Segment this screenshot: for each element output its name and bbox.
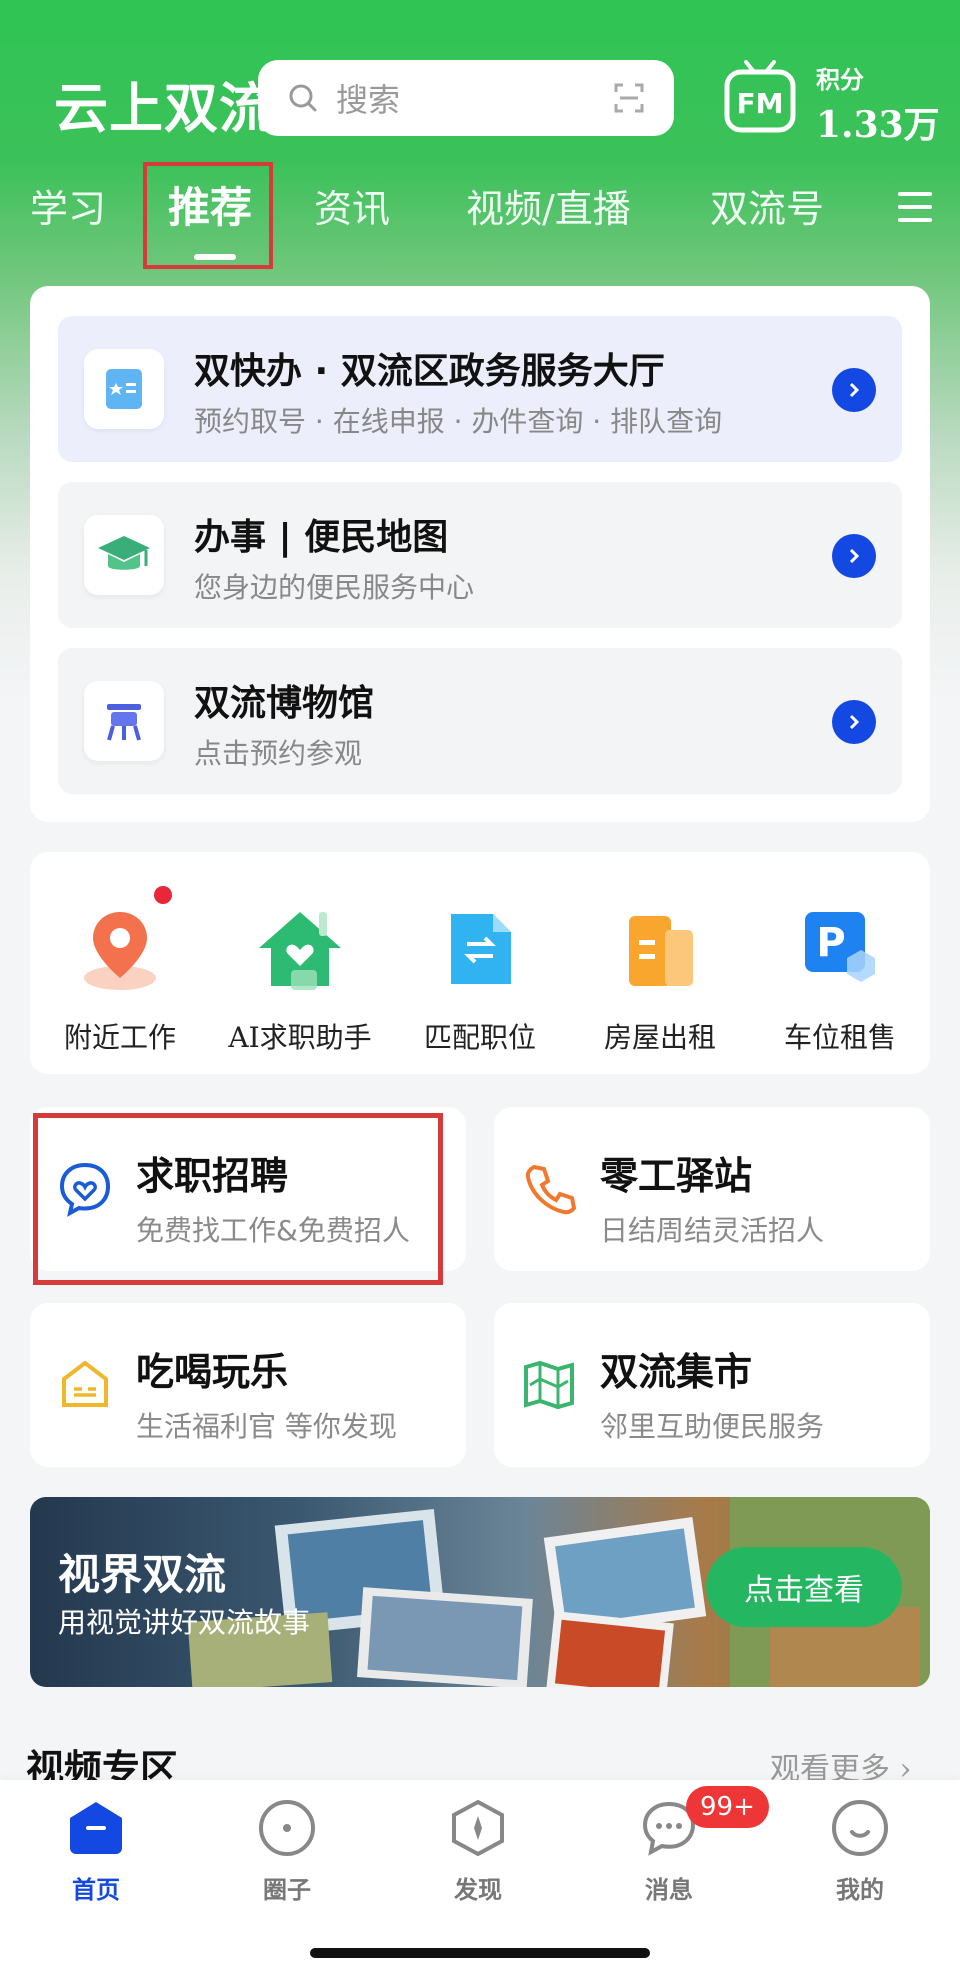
tab-study[interactable]: 学习 bbox=[30, 178, 106, 233]
bronze-vessel-icon bbox=[84, 681, 164, 761]
search-bar[interactable]: 搜索 bbox=[258, 60, 674, 136]
service-subtitle: 点击预约参观 bbox=[194, 737, 363, 770]
quick-action-label: 附近工作 bbox=[63, 1021, 176, 1054]
home-icon bbox=[66, 1798, 126, 1858]
feature-card-market[interactable]: 双流集市 邻里互助便民服务 bbox=[494, 1303, 930, 1467]
quick-action-house-rent[interactable]: 房屋出租 bbox=[570, 904, 750, 1056]
house-heart-icon bbox=[255, 904, 345, 994]
tab-video-live[interactable]: 视频/直播 bbox=[466, 178, 631, 233]
quick-action-label: 房屋出租 bbox=[603, 1021, 716, 1054]
notification-dot bbox=[154, 886, 172, 904]
feature-subtitle: 生活福利官 等你发现 bbox=[136, 1410, 397, 1443]
banner-subtitle: 用视觉讲好双流故事 bbox=[58, 1606, 311, 1639]
highlight-box-recommend bbox=[143, 162, 273, 269]
service-title: 双快办 · 双流区政务服务大厅 bbox=[194, 351, 665, 392]
profile-icon bbox=[830, 1798, 890, 1858]
quick-action-match-jobs[interactable]: 匹配职位 bbox=[390, 904, 570, 1056]
phone-icon bbox=[525, 1164, 577, 1215]
nav-circle[interactable]: 圈子 bbox=[227, 1798, 347, 1905]
feature-title: 吃喝玩乐 bbox=[136, 1350, 289, 1394]
search-icon bbox=[289, 84, 317, 112]
shop-icon bbox=[62, 1360, 108, 1407]
compass-icon bbox=[448, 1798, 508, 1858]
quick-actions-card: 附近工作 AI求职助手 匹配职位 房屋出租 P 车位租售 bbox=[30, 852, 930, 1074]
svg-text:FM: FM bbox=[737, 87, 784, 120]
home-indicator-bar bbox=[310, 1948, 650, 1958]
menu-icon[interactable] bbox=[898, 192, 932, 231]
points-value[interactable]: 1.33万 bbox=[816, 96, 940, 148]
quick-action-nearby-jobs[interactable]: 附近工作 bbox=[30, 904, 210, 1056]
highlight-box-jobs bbox=[33, 1113, 443, 1285]
location-pin-icon bbox=[75, 904, 165, 994]
search-placeholder: 搜索 bbox=[336, 81, 401, 119]
nav-discover[interactable]: 发现 bbox=[418, 1798, 538, 1905]
nav-home[interactable]: 首页 bbox=[36, 1798, 156, 1905]
feature-card-gig-station[interactable]: 零工驿站 日结周结灵活招人 bbox=[494, 1107, 930, 1271]
circle-icon bbox=[257, 1798, 317, 1858]
points-label: 积分 bbox=[816, 66, 864, 94]
nav-label: 消息 bbox=[645, 1875, 693, 1904]
chevron-right-icon bbox=[832, 368, 876, 412]
tab-news[interactable]: 资讯 bbox=[314, 178, 390, 233]
quick-action-label: 匹配职位 bbox=[423, 1021, 536, 1054]
nav-profile[interactable]: 我的 bbox=[800, 1798, 920, 1905]
services-card: 双快办 · 双流区政务服务大厅 预约取号 · 在线申报 · 办件查询 · 排队查… bbox=[30, 286, 930, 822]
feature-title: 零工驿站 bbox=[600, 1154, 753, 1198]
feature-subtitle: 日结周结灵活招人 bbox=[600, 1214, 825, 1247]
svg-text:P: P bbox=[816, 920, 845, 966]
graduation-cap-icon bbox=[84, 515, 164, 595]
banner-title: 视界双流 bbox=[58, 1550, 227, 1599]
service-item-museum[interactable]: 双流博物馆 点击预约参观 bbox=[58, 648, 902, 794]
service-item-gov-hall[interactable]: 双快办 · 双流区政务服务大厅 预约取号 · 在线申报 · 办件查询 · 排队查… bbox=[58, 316, 902, 462]
nav-label: 首页 bbox=[72, 1875, 120, 1904]
messages-badge: 99+ bbox=[686, 1786, 769, 1828]
service-item-map[interactable]: 办事 | 便民地图 您身边的便民服务中心 bbox=[58, 482, 902, 628]
parking-icon: P bbox=[795, 904, 885, 994]
quick-action-parking[interactable]: P 车位租售 bbox=[750, 904, 930, 1056]
quick-action-label: 车位租售 bbox=[783, 1021, 896, 1054]
map-icon bbox=[524, 1360, 574, 1410]
banner-view-button[interactable]: 点击查看 bbox=[706, 1547, 902, 1627]
nav-label: 我的 bbox=[836, 1875, 884, 1904]
service-title: 双流博物馆 bbox=[194, 683, 375, 724]
chevron-right-icon bbox=[832, 534, 876, 578]
tab-shuangliu-account[interactable]: 双流号 bbox=[710, 178, 824, 233]
scan-icon[interactable] bbox=[614, 83, 644, 113]
channel-tabs: 学习 推荐 资讯 视频/直播 双流号 bbox=[0, 162, 960, 269]
id-card-icon bbox=[84, 349, 164, 429]
document-swap-icon bbox=[435, 904, 525, 994]
service-subtitle: 预约取号 · 在线申报 · 办件查询 · 排队查询 bbox=[194, 405, 723, 438]
nav-label: 发现 bbox=[454, 1875, 502, 1904]
nav-label: 圈子 bbox=[263, 1875, 311, 1904]
feature-card-food-fun[interactable]: 吃喝玩乐 生活福利官 等你发现 bbox=[30, 1303, 466, 1467]
promo-banner[interactable]: 视界双流 用视觉讲好双流故事 点击查看 bbox=[30, 1497, 930, 1687]
chevron-right-icon bbox=[832, 700, 876, 744]
quick-action-ai-assistant[interactable]: AI求职助手 bbox=[210, 904, 390, 1056]
service-subtitle: 您身边的便民服务中心 bbox=[194, 571, 475, 604]
app-logo: 云上双流 bbox=[54, 77, 274, 140]
radio-fm-icon[interactable]: FM bbox=[724, 58, 796, 134]
quick-action-label: AI求职助手 bbox=[228, 1021, 372, 1054]
feature-subtitle: 邻里互助便民服务 bbox=[600, 1410, 825, 1443]
feature-title: 双流集市 bbox=[600, 1350, 753, 1394]
building-icon bbox=[615, 904, 705, 994]
service-title: 办事 | 便民地图 bbox=[194, 517, 449, 558]
